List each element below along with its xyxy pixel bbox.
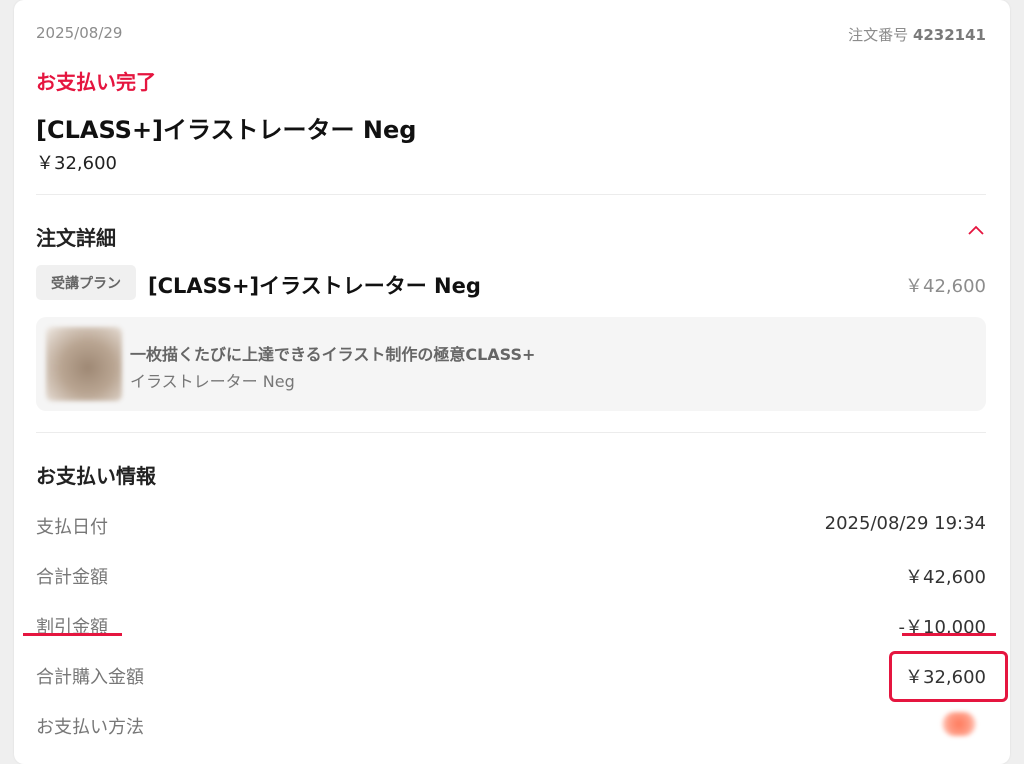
item-name: [CLASS+]イラストレーター Neg xyxy=(148,274,481,298)
chevron-up-icon[interactable] xyxy=(966,224,986,238)
order-title: [CLASS+]イラストレーター Neg xyxy=(36,116,417,144)
paid-amount: ￥32,600 xyxy=(36,153,117,174)
order-details-heading: 注文詳細 xyxy=(36,226,116,250)
order-number-value: 4232141 xyxy=(912,26,986,44)
total-amount-label: 合計金額 xyxy=(36,567,108,588)
order-card: 2025/08/29 注文番号 4232141 お支払い完了 [CLASS+]イ… xyxy=(14,0,1010,764)
item-price: ￥42,600 xyxy=(905,276,986,297)
payment-status: お支払い完了 xyxy=(36,70,156,94)
total-amount-value: ￥42,600 xyxy=(905,567,986,588)
course-card[interactable]: 一枚描くたびに上達できるイラスト制作の極意CLASS+ イラストレーター Neg xyxy=(36,317,986,411)
payment-date-label: 支払日付 xyxy=(36,517,108,538)
payment-date-value: 2025/08/29 19:34 xyxy=(824,513,986,534)
order-date: 2025/08/29 xyxy=(36,24,123,42)
discount-label-underline xyxy=(23,633,122,636)
plan-tag-label: 受講プラン xyxy=(51,275,121,292)
payment-method-icon xyxy=(942,712,976,736)
order-number: 注文番号 4232141 xyxy=(848,24,986,45)
purchase-total-label: 合計購入金額 xyxy=(36,667,144,688)
course-title: 一枚描くたびに上達できるイラスト制作の極意CLASS+ xyxy=(130,345,536,364)
payment-info-heading: お支払い情報 xyxy=(36,464,156,488)
divider xyxy=(36,432,986,433)
course-thumbnail xyxy=(46,327,122,401)
order-number-label: 注文番号 xyxy=(848,26,909,44)
divider xyxy=(36,194,986,195)
discount-value-underline xyxy=(902,633,996,636)
course-instructor: イラストレーター Neg xyxy=(130,372,295,391)
plan-tag: 受講プラン xyxy=(36,265,136,300)
purchase-total-highlight xyxy=(889,651,1008,702)
payment-method-label: お支払い方法 xyxy=(36,717,144,738)
